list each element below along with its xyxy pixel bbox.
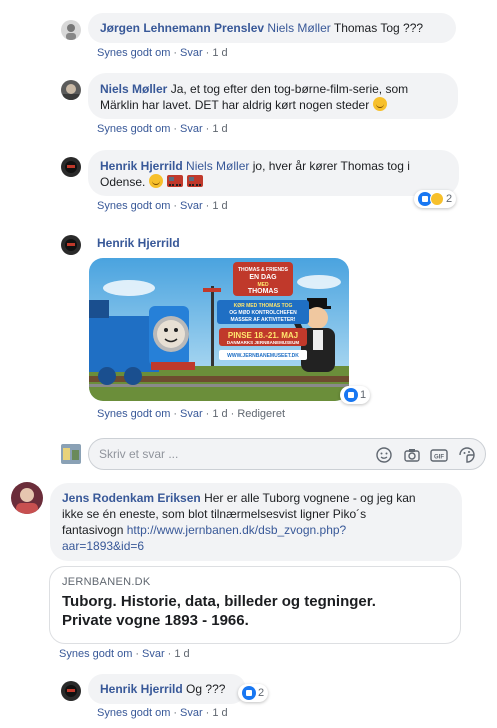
- like-link[interactable]: Synes godt om: [59, 648, 132, 660]
- link-preview-card[interactable]: JERNBANEN.DK Tuborg. Historie, data, bil…: [49, 566, 461, 644]
- image-banner-bottom: THOMAS: [248, 288, 279, 295]
- edited-label[interactable]: Redigeret: [237, 408, 285, 420]
- like-reaction-icon: [242, 686, 256, 700]
- like-link[interactable]: Synes godt om: [97, 47, 170, 59]
- like-link[interactable]: Synes godt om: [97, 123, 170, 135]
- comment-text-line2: ikke se én eneste, som blot tilnærmelses…: [62, 507, 367, 521]
- timestamp[interactable]: 1 d: [174, 648, 189, 660]
- sticker-icon[interactable]: [458, 446, 476, 464]
- train-emoji-icon: [187, 175, 204, 187]
- image-url: WWW.JERNBANEMUSEET.DK: [227, 353, 299, 359]
- avatar[interactable]: [61, 80, 81, 100]
- reaction-summary[interactable]: 2: [414, 190, 457, 208]
- image-date: PINSE 18.-21. MAJ: [228, 331, 298, 340]
- comment-actions: Synes godt om · Svar · 1 d: [97, 200, 228, 212]
- link-preview-domain: JERNBANEN.DK: [62, 576, 151, 588]
- avatar[interactable]: [61, 157, 81, 177]
- comment-mention[interactable]: Niels Møller: [186, 159, 249, 173]
- timestamp[interactable]: 1 d: [212, 408, 227, 420]
- comment-author[interactable]: Henrik Hjerrild: [100, 682, 183, 696]
- current-user-avatar: [61, 444, 81, 464]
- comment-author[interactable]: Jørgen Lehnemann Prenslev: [100, 21, 264, 35]
- reaction-count: 1: [360, 389, 367, 401]
- comment-bubble: Niels Møller Ja, et tog efter den tog-bø…: [88, 73, 458, 119]
- comment-bubble: Jens Rodenkam Eriksen Her er alle Tuborg…: [50, 483, 462, 561]
- comment-mention[interactable]: Niels Møller: [267, 21, 330, 35]
- comment-author[interactable]: Henrik Hjerrild: [100, 159, 183, 173]
- comment-link-cont[interactable]: aar=1893&id=6: [62, 538, 450, 554]
- comment-text: Og ???: [186, 682, 226, 696]
- reaction-count: 2: [258, 687, 265, 699]
- reply-link[interactable]: Svar: [142, 648, 165, 660]
- image-tagline-3: MASSER AF AKTIVITETER!: [231, 317, 296, 323]
- comment-text-line3: fantasivogn: [62, 523, 124, 537]
- camera-icon[interactable]: [403, 446, 421, 464]
- smile-emoji-icon: [148, 174, 163, 188]
- comment-bubble: Henrik Hjerrild Og ???: [88, 674, 246, 704]
- reply-link[interactable]: Svar: [180, 123, 203, 135]
- comment-actions: Synes godt om · Svar · 1 d · Redigeret: [97, 408, 286, 420]
- like-link[interactable]: Synes godt om: [97, 408, 170, 420]
- comment-text-line2: Märklin har lavet. DET har aldrig kørt n…: [100, 98, 370, 112]
- reply-input[interactable]: [99, 445, 369, 463]
- image-tagline-1: KØR MED THOMAS TOG: [234, 303, 293, 309]
- smile-emoji-icon: [372, 97, 387, 111]
- reply-link[interactable]: Svar: [180, 200, 203, 212]
- avatar[interactable]: [61, 681, 81, 701]
- svg-text:GIF: GIF: [434, 455, 444, 461]
- like-reaction-icon: [344, 388, 358, 402]
- comment-link[interactable]: http://www.jernbanen.dk/dsb_zvogn.php?: [127, 523, 346, 537]
- avatar[interactable]: [61, 20, 81, 40]
- train-emoji-icon: [167, 175, 184, 187]
- timestamp[interactable]: 1 d: [212, 123, 227, 135]
- comment-actions: Synes godt om · Svar · 1 d: [97, 123, 228, 135]
- emoji-icon[interactable]: [375, 446, 393, 464]
- reaction-summary[interactable]: 1: [340, 386, 371, 404]
- like-link[interactable]: Synes godt om: [97, 200, 170, 212]
- link-preview-title-line1: Tuborg. Historie, data, billeder og tegn…: [62, 593, 376, 610]
- reply-link[interactable]: Svar: [180, 707, 203, 719]
- comment-text: Thomas Tog ???: [333, 21, 424, 35]
- link-preview-title-line2: Private vogne 1893 - 1966.: [62, 612, 249, 629]
- comment-bubble: Henrik Hjerrild Niels Møller jo, hver år…: [88, 150, 459, 196]
- timestamp[interactable]: 1 d: [212, 200, 227, 212]
- reaction-summary[interactable]: 2: [238, 684, 269, 702]
- reply-composer[interactable]: GIF: [88, 438, 486, 470]
- avatar[interactable]: [11, 482, 43, 514]
- comment-text-line1: Her er alle Tuborg vognene - og jeg kan: [204, 491, 416, 505]
- comment-bubble: Jørgen Lehnemann Prenslev Niels Møller T…: [88, 13, 456, 43]
- comment-text-line2: Odense.: [100, 175, 146, 189]
- image-venue: DANMARKS JERNBANEMUSEUM: [227, 340, 300, 345]
- image-tagline-2: OG MØD KONTROLCHEFEN: [229, 310, 297, 316]
- reply-link[interactable]: Svar: [180, 408, 203, 420]
- comment-text-line1: Ja, et tog efter den tog-børne-film-seri…: [170, 82, 409, 96]
- reaction-count: 2: [446, 193, 453, 205]
- comment-actions: Synes godt om · Svar · 1 d: [59, 648, 190, 660]
- thomas-event-image[interactable]: THOMAS & FRIENDS EN DAG MED THOMAS KØR M…: [89, 258, 349, 401]
- comment-text-line1: jo, hver år kører Thomas tog i: [252, 159, 410, 173]
- image-banner-top: EN DAG: [249, 274, 277, 281]
- timestamp[interactable]: 1 d: [212, 707, 227, 719]
- timestamp[interactable]: 1 d: [212, 47, 227, 59]
- image-logo-text: THOMAS & FRIENDS: [238, 267, 289, 273]
- comment-author[interactable]: Henrik Hjerrild: [97, 236, 180, 250]
- haha-reaction-icon: [430, 192, 444, 206]
- comment-author[interactable]: Niels Møller: [100, 82, 167, 96]
- comment-actions: Synes godt om · Svar · 1 d: [97, 707, 228, 719]
- gif-icon[interactable]: GIF: [430, 446, 448, 464]
- like-link[interactable]: Synes godt om: [97, 707, 170, 719]
- avatar[interactable]: [61, 235, 81, 255]
- reply-link[interactable]: Svar: [180, 47, 203, 59]
- comment-author[interactable]: Jens Rodenkam Eriksen: [62, 491, 201, 505]
- comment-actions: Synes godt om · Svar · 1 d: [97, 47, 228, 59]
